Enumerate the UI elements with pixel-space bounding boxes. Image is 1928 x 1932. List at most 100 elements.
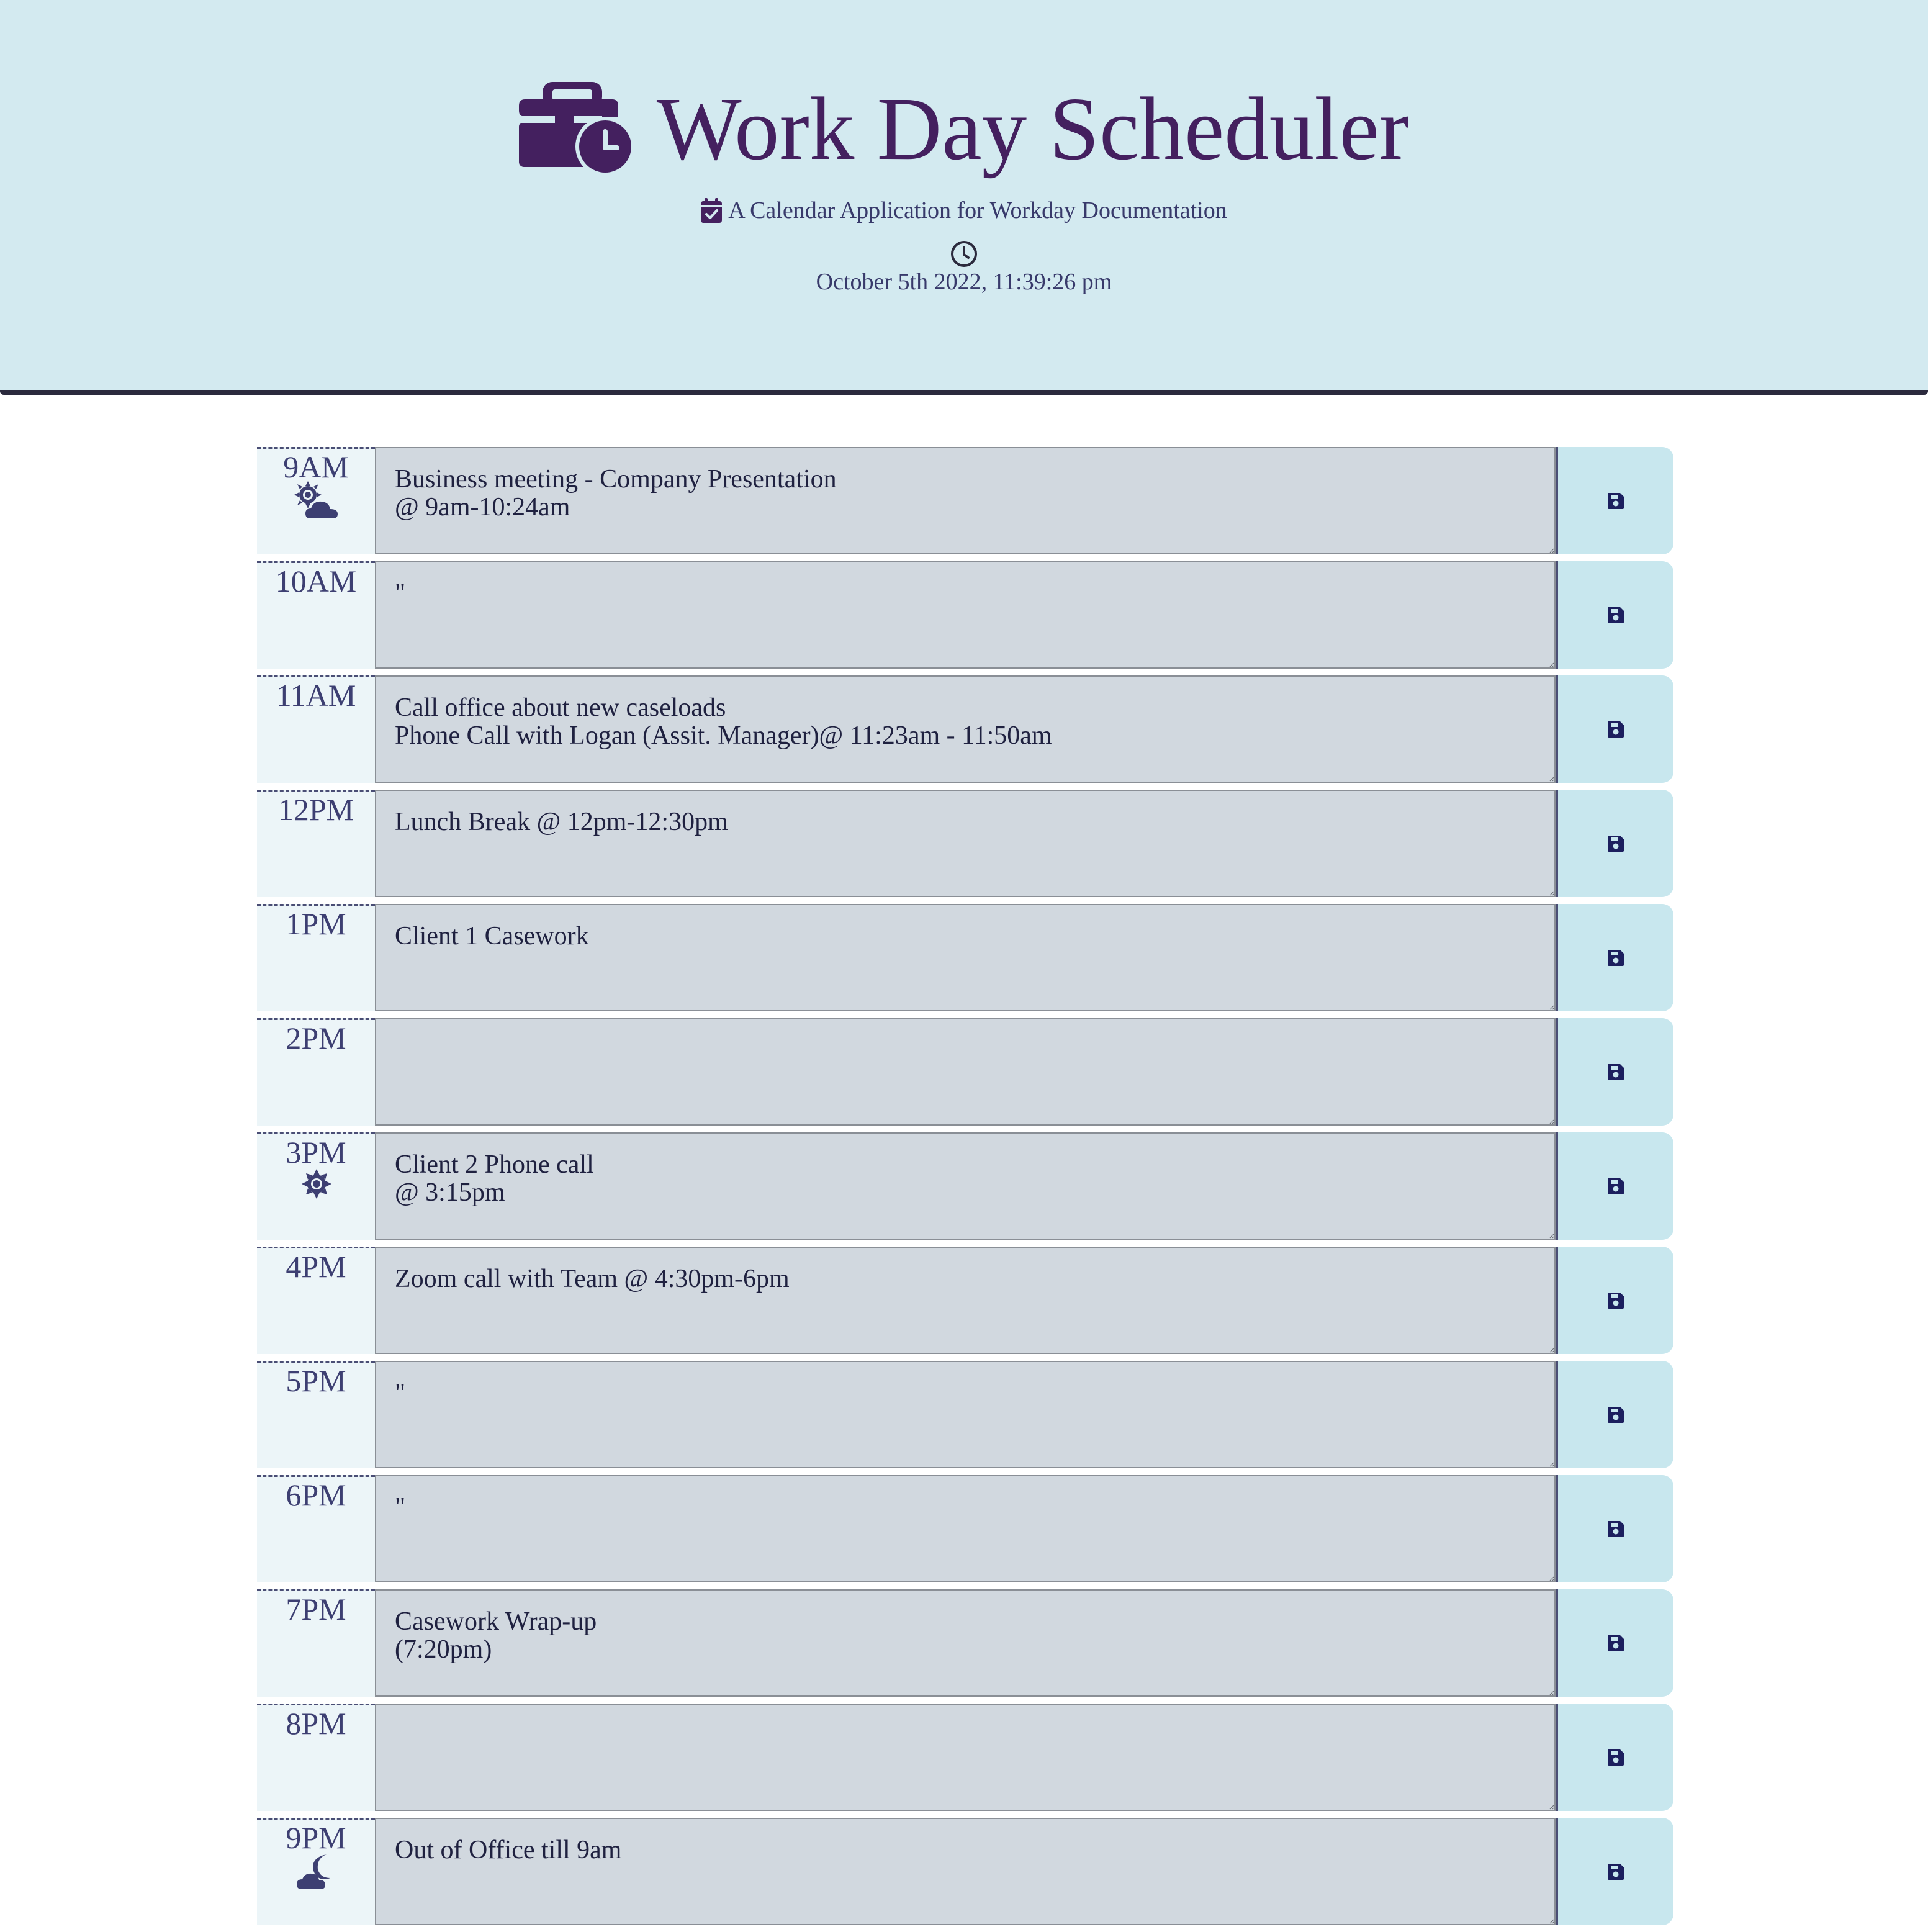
time-block-row: 9PM Out of Office till 9am [257, 1818, 1673, 1925]
hour-label: 11AM [276, 678, 356, 713]
hour-cell: 6PM [257, 1475, 375, 1582]
hour-label: 3PM [286, 1135, 346, 1170]
time-block-row: 9AM Business meeting - Company Presentat… [257, 447, 1673, 554]
save-icon [1608, 835, 1624, 852]
hour-cell: 4PM [257, 1247, 375, 1354]
save-button[interactable] [1556, 1475, 1673, 1582]
event-textarea[interactable]: Call office about new caseloads Phone Ca… [375, 675, 1556, 783]
time-block-row: 10AM " [257, 561, 1673, 669]
time-block-row: 11AM Call office about new caseloads Phon… [257, 675, 1673, 783]
save-icon [1608, 1635, 1624, 1651]
hour-label: 6PM [286, 1478, 346, 1512]
save-button[interactable] [1556, 1018, 1673, 1126]
current-datetime: October 5th 2022, 11:39:26 pm [816, 269, 1112, 295]
subtitle-row: A Calendar Application for Workday Docum… [0, 195, 1928, 226]
hour-label: 5PM [286, 1363, 346, 1398]
time-block-row: 12PM Lunch Break @ 12pm-12:30pm [257, 790, 1673, 897]
hour-label: 2PM [286, 1021, 346, 1055]
event-textarea[interactable]: Lunch Break @ 12pm-12:30pm [375, 790, 1556, 897]
save-button[interactable] [1556, 1132, 1673, 1240]
briefcase-clock-icon [518, 82, 632, 176]
resize-grip-icon[interactable] [1548, 890, 1554, 896]
save-button[interactable] [1556, 1704, 1673, 1811]
save-icon [1608, 949, 1624, 966]
event-textarea[interactable] [375, 1018, 1556, 1126]
save-icon [1608, 1292, 1624, 1309]
event-textarea[interactable]: " [375, 1475, 1556, 1582]
header: Work Day Scheduler A Calendar Applicatio… [0, 0, 1928, 395]
time-block-row: 1PM Client 1 Casework [257, 904, 1673, 1011]
save-button[interactable] [1556, 1589, 1673, 1697]
time-block-row: 4PM Zoom call with Team @ 4:30pm-6pm [257, 1247, 1673, 1354]
event-textarea[interactable]: " [375, 1361, 1556, 1468]
hour-label: 7PM [286, 1592, 346, 1627]
save-button[interactable] [1556, 1361, 1673, 1468]
resize-grip-icon[interactable] [1548, 1118, 1554, 1124]
hour-cell: 9AM [257, 447, 375, 554]
save-icon [1608, 721, 1624, 738]
time-block-row: 8PM [257, 1704, 1673, 1811]
clock-icon [951, 241, 977, 267]
save-icon [1608, 1178, 1624, 1194]
event-textarea[interactable]: Out of Office till 9am [375, 1818, 1556, 1925]
save-icon [1608, 492, 1624, 509]
hour-label: 8PM [286, 1706, 346, 1741]
event-textarea[interactable]: Client 2 Phone call @ 3:15pm [375, 1132, 1556, 1240]
hour-cell: 3PM [257, 1132, 375, 1240]
resize-grip-icon[interactable] [1548, 1918, 1554, 1924]
save-icon [1608, 1863, 1624, 1880]
event-textarea[interactable]: Business meeting - Company Presentation … [375, 447, 1556, 554]
save-icon [1608, 1406, 1624, 1423]
hour-cell: 10AM [257, 561, 375, 669]
resize-grip-icon[interactable] [1548, 1461, 1554, 1467]
save-button[interactable] [1556, 1247, 1673, 1354]
save-button[interactable] [1556, 447, 1673, 554]
title-row: Work Day Scheduler [0, 79, 1928, 179]
event-textarea[interactable]: Zoom call with Team @ 4:30pm-6pm [375, 1247, 1556, 1354]
event-textarea[interactable] [375, 1704, 1556, 1811]
hour-label: 9PM [286, 1820, 346, 1855]
schedule-rows: 9AM Business meeting - Company Presentat… [257, 447, 1673, 1932]
hour-cell: 7PM [257, 1589, 375, 1697]
time-block-row: 6PM " [257, 1475, 1673, 1582]
resize-grip-icon[interactable] [1548, 1347, 1554, 1353]
page-subtitle: A Calendar Application for Workday Docum… [728, 197, 1227, 223]
hour-label: 12PM [277, 792, 354, 827]
resize-grip-icon[interactable] [1548, 775, 1554, 782]
resize-grip-icon[interactable] [1548, 1803, 1554, 1810]
event-textarea[interactable]: Casework Wrap-up (7:20pm) [375, 1589, 1556, 1697]
resize-grip-icon[interactable] [1548, 547, 1554, 553]
sun-icon [302, 1169, 331, 1199]
time-block-row: 5PM " [257, 1361, 1673, 1468]
save-button[interactable] [1556, 1818, 1673, 1925]
page-title: Work Day Scheduler [656, 79, 1410, 179]
save-icon [1608, 1749, 1624, 1766]
event-textarea[interactable]: " [375, 561, 1556, 669]
resize-grip-icon[interactable] [1548, 661, 1554, 667]
hour-cell: 11AM [257, 675, 375, 783]
event-textarea[interactable]: Client 1 Casework [375, 904, 1556, 1011]
save-icon [1608, 1063, 1624, 1080]
save-button[interactable] [1556, 675, 1673, 783]
save-button[interactable] [1556, 790, 1673, 897]
sun-cloud-icon [294, 481, 338, 518]
resize-grip-icon[interactable] [1548, 1004, 1554, 1010]
hour-cell: 9PM [257, 1818, 375, 1925]
hour-cell: 1PM [257, 904, 375, 1011]
hour-label: 4PM [286, 1249, 346, 1284]
time-block-row: 3PM Client 2 Phone call @ 3:15pm [257, 1132, 1673, 1240]
resize-grip-icon[interactable] [1548, 1689, 1554, 1695]
resize-grip-icon[interactable] [1548, 1575, 1554, 1581]
save-icon [1608, 1520, 1624, 1537]
hour-cell: 2PM [257, 1018, 375, 1126]
time-block-row: 2PM [257, 1018, 1673, 1126]
hour-cell: 8PM [257, 1704, 375, 1811]
hour-label: 1PM [286, 906, 346, 941]
save-button[interactable] [1556, 904, 1673, 1011]
moon-cloud-icon [297, 1854, 330, 1889]
hour-cell: 12PM [257, 790, 375, 897]
save-icon [1608, 607, 1624, 623]
hour-label: 10AM [275, 564, 357, 598]
save-button[interactable] [1556, 561, 1673, 669]
resize-grip-icon[interactable] [1548, 1232, 1554, 1239]
